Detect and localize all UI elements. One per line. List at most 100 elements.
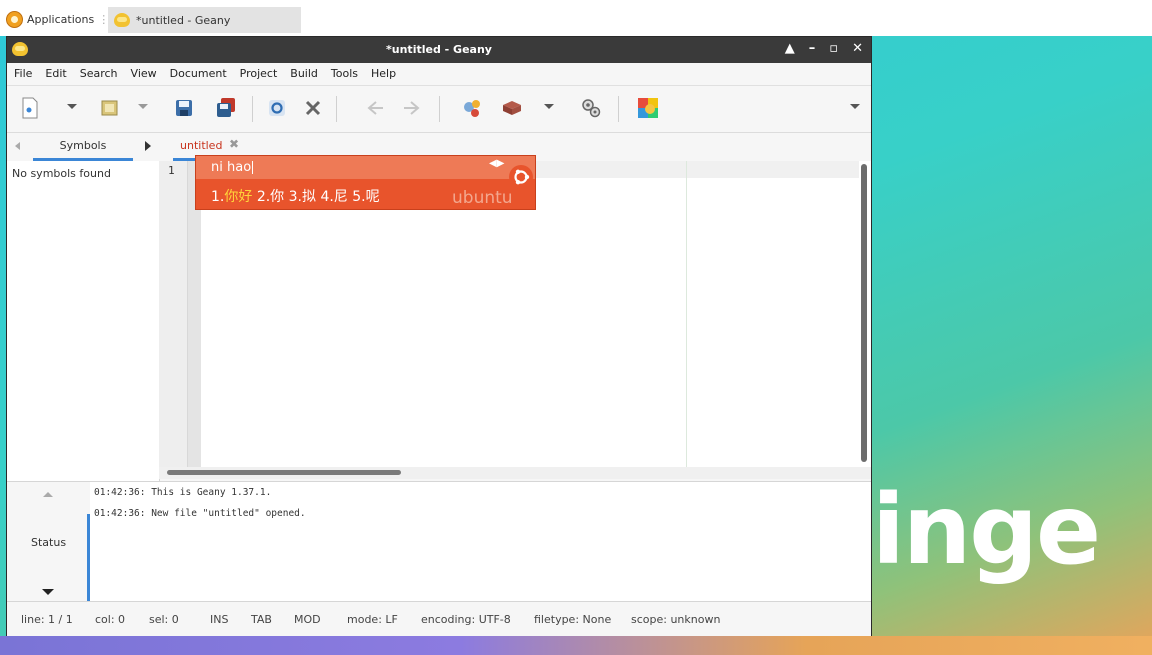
horizontal-scrollbar-track: [159, 467, 871, 479]
toolbar-separator: [439, 96, 440, 122]
window-close-icon[interactable]: ✕: [852, 41, 863, 56]
ubuntu-logo-icon: [509, 165, 533, 189]
menu-tools[interactable]: Tools: [324, 63, 364, 85]
color-chooser-icon[interactable]: [635, 95, 661, 121]
candidate-text: 拟: [301, 189, 316, 205]
reload-icon[interactable]: [264, 95, 290, 121]
compile-icon[interactable]: [459, 95, 485, 121]
navigate-back-icon[interactable]: [363, 95, 389, 121]
window-titlebar[interactable]: *untitled - Geany ▲ – ▫ ✕: [7, 37, 871, 63]
log-line: 01:42:36: This is Geany 1.37.1.: [94, 487, 272, 498]
wallpaper-bottom-strip: [0, 636, 1152, 655]
candidate-number: 4.: [320, 189, 334, 205]
ime-candidate[interactable]: 4.尼: [320, 189, 347, 205]
window-minimize-icon[interactable]: –: [809, 41, 816, 56]
toolbar-separator: [336, 96, 337, 122]
ime-candidate-popup: ni hao ◀▶ 1.你好 2.你 3.拟 4.尼 5.呢 ubuntu: [195, 155, 536, 210]
message-pane: Status 01:42:36: This is Geany 1.37.1. 0…: [7, 481, 871, 606]
log-line: 01:42:36: New file "untitled" opened.: [94, 508, 306, 519]
status-mode: mode: LF: [347, 613, 398, 626]
candidate-text: 你好: [224, 189, 253, 205]
statusbar: line: 1 / 1 col: 0 sel: 0 INS TAB MOD mo…: [7, 601, 871, 636]
status-encoding: encoding: UTF-8: [421, 613, 511, 626]
status-mod: MOD: [294, 613, 321, 626]
line-number: 1: [168, 164, 175, 177]
geany-icon: [114, 13, 130, 27]
navigate-forward-icon[interactable]: [398, 95, 424, 121]
status-ins: INS: [210, 613, 229, 626]
sidebar-tab-prev-icon[interactable]: [15, 142, 20, 150]
tab-symbols[interactable]: Symbols: [33, 139, 133, 152]
candidate-text: 你: [270, 189, 285, 205]
candidate-number: 2.: [256, 189, 271, 205]
scroll-down-icon[interactable]: [42, 589, 54, 595]
window-up-icon[interactable]: ▲: [785, 41, 795, 56]
ime-brand-watermark: ubuntu: [452, 188, 513, 208]
toolbar-separator: [618, 96, 619, 122]
open-file-icon[interactable]: [97, 95, 123, 121]
symbols-panel: No symbols found: [7, 161, 160, 481]
ime-preedit-value: ni hao: [211, 160, 252, 175]
ime-candidate[interactable]: 1.你好: [211, 189, 252, 205]
menu-document[interactable]: Document: [163, 63, 233, 85]
applications-menu-button[interactable]: Applications ⋮: [6, 10, 109, 28]
status-line: line: 1 / 1: [21, 613, 73, 626]
sidebar-tabs: Symbols: [7, 131, 162, 162]
horizontal-scrollbar[interactable]: [167, 470, 401, 475]
taskbar-window-button[interactable]: *untitled - Geany: [108, 7, 301, 33]
window-maximize-icon[interactable]: ▫: [829, 41, 838, 56]
preferences-gears-icon[interactable]: [578, 95, 604, 121]
status-sel: sel: 0: [149, 613, 179, 626]
applications-label: Applications: [27, 12, 95, 26]
top-panel: Applications ⋮ *untitled - Geany: [0, 0, 1152, 36]
tab-untitled-label: untitled: [180, 139, 223, 152]
no-symbols-message: No symbols found: [12, 167, 111, 180]
ime-candidate[interactable]: 2.你: [257, 189, 284, 205]
menu-file[interactable]: File: [7, 63, 38, 85]
tab-close-icon[interactable]: ✖: [229, 137, 239, 151]
candidate-text: 呢: [365, 189, 380, 205]
status-col: col: 0: [95, 613, 126, 626]
toolbar-overflow-icon[interactable]: [850, 104, 860, 109]
menu-project[interactable]: Project: [233, 63, 284, 85]
new-file-icon[interactable]: [17, 95, 43, 121]
ime-preedit-text: ni hao: [211, 160, 254, 175]
scroll-up-icon[interactable]: [43, 492, 53, 497]
window-title: *untitled - Geany: [386, 43, 492, 56]
candidate-number: 5.: [352, 189, 366, 205]
ime-candidate-list: 1.你好 2.你 3.拟 4.尼 5.呢: [211, 186, 380, 206]
applications-icon: [6, 10, 23, 28]
build-dropdown-icon[interactable]: [544, 104, 554, 109]
line-number-gutter: 1: [159, 161, 188, 467]
sidebar-tab-next-icon[interactable]: [145, 141, 151, 151]
candidate-text: 尼: [333, 189, 348, 205]
ime-page-arrows-icon[interactable]: ◀▶: [489, 158, 504, 169]
ime-candidate[interactable]: 3.拟: [289, 189, 316, 205]
toolbar-separator: [252, 96, 253, 122]
menu-edit[interactable]: Edit: [38, 63, 72, 85]
build-icon[interactable]: [499, 95, 525, 121]
candidate-number: 1.: [211, 189, 225, 205]
tab-status[interactable]: Status: [31, 536, 66, 549]
save-all-icon[interactable]: [213, 95, 239, 121]
window-controls: ▲ – ▫ ✕: [785, 41, 863, 56]
menu-search[interactable]: Search: [73, 63, 124, 85]
menu-build[interactable]: Build: [283, 63, 324, 85]
ime-preedit-bar: ni hao ◀▶: [196, 156, 535, 179]
toolbar: [7, 85, 871, 133]
menu-view[interactable]: View: [124, 63, 163, 85]
close-file-icon[interactable]: [300, 95, 326, 121]
wallpaper-text: inge: [872, 474, 1101, 586]
long-line-marker: [686, 161, 687, 467]
save-icon[interactable]: [171, 95, 197, 121]
menubar: File Edit Search View Document Project B…: [7, 63, 871, 85]
vertical-scrollbar[interactable]: [861, 164, 867, 462]
candidate-number: 3.: [288, 189, 302, 205]
geany-window: *untitled - Geany ▲ – ▫ ✕ File Edit Sear…: [6, 36, 872, 636]
ime-candidate[interactable]: 5.呢: [352, 189, 379, 205]
new-file-dropdown-icon[interactable]: [67, 104, 77, 109]
taskbar-window-label: *untitled - Geany: [136, 13, 231, 27]
menu-help[interactable]: Help: [364, 63, 402, 85]
open-file-dropdown-icon[interactable]: [138, 104, 148, 109]
text-caret: [252, 161, 254, 174]
